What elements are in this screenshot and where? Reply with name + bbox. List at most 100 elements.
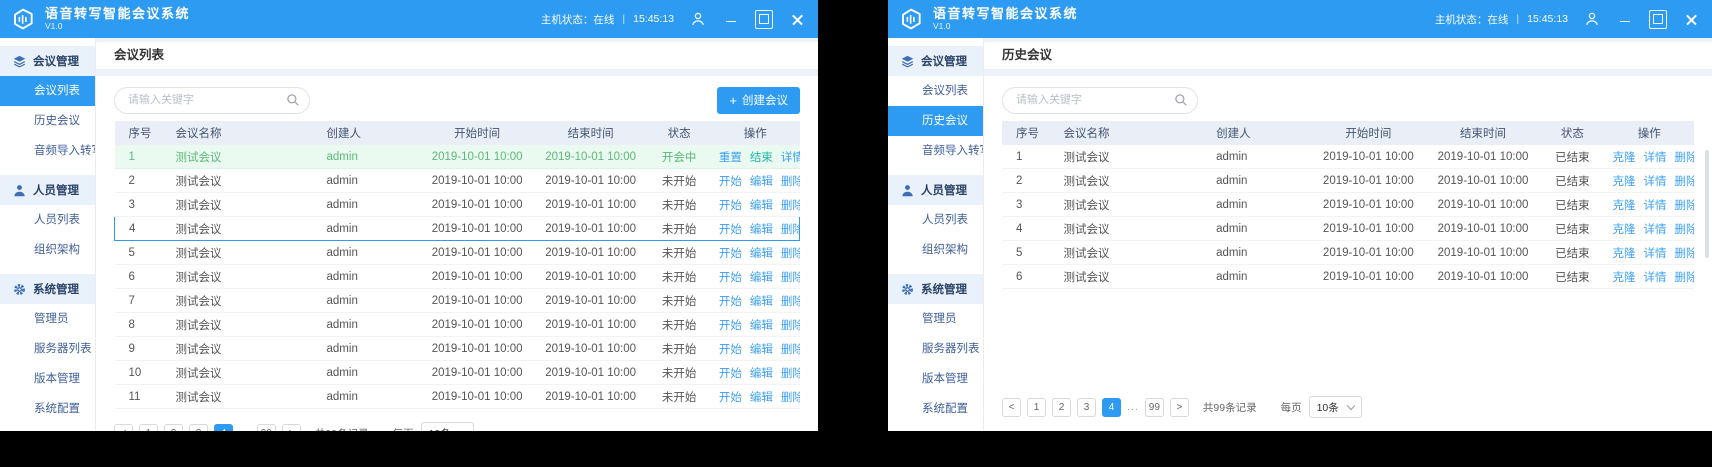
- action-link[interactable]: 重置: [719, 152, 742, 164]
- page-button[interactable]: 1: [139, 424, 158, 432]
- action-link[interactable]: 开始: [719, 368, 742, 380]
- table-row[interactable]: 8测试会议admin2019-10-01 10:002019-10-01 10:…: [115, 313, 800, 337]
- prev-page-button[interactable]: <: [1002, 398, 1021, 417]
- action-link[interactable]: 删除: [781, 368, 800, 380]
- next-page-button[interactable]: >: [1170, 398, 1189, 417]
- action-link[interactable]: 详情: [781, 152, 800, 164]
- sidebar-item[interactable]: 音频导入转写: [888, 136, 983, 166]
- sidebar-item[interactable]: 历史会议: [888, 106, 983, 136]
- table-row[interactable]: 3测试会议admin2019-10-01 10:002019-10-01 10:…: [115, 193, 800, 217]
- action-link[interactable]: 编辑: [750, 176, 773, 188]
- action-link[interactable]: 编辑: [750, 392, 773, 404]
- action-link[interactable]: 开始: [719, 176, 742, 188]
- action-link[interactable]: 删除: [1675, 200, 1695, 212]
- maximize-button[interactable]: [755, 10, 773, 28]
- action-link[interactable]: 删除: [1675, 176, 1695, 188]
- table-row[interactable]: 1测试会议admin2019-10-01 10:002019-10-01 10:…: [1002, 145, 1694, 169]
- page-button[interactable]: 2: [1052, 398, 1071, 417]
- page-button[interactable]: 4: [1102, 398, 1121, 417]
- action-link[interactable]: 编辑: [750, 368, 773, 380]
- action-link[interactable]: 删除: [781, 296, 800, 308]
- table-row[interactable]: 2测试会议admin2019-10-01 10:002019-10-01 10:…: [115, 169, 800, 193]
- sidebar-item[interactable]: 系统配置: [888, 394, 983, 424]
- page-button[interactable]: 1: [1027, 398, 1046, 417]
- action-link[interactable]: 开始: [719, 392, 742, 404]
- sidebar-item[interactable]: 服务器列表: [0, 334, 95, 364]
- action-link[interactable]: 删除: [781, 248, 800, 260]
- action-link[interactable]: 结束: [750, 152, 773, 164]
- sidebar-item[interactable]: 历史会议: [0, 106, 95, 136]
- action-link[interactable]: 克隆: [1613, 224, 1636, 236]
- search-icon[interactable]: [286, 93, 300, 112]
- sidebar-item[interactable]: 服务器列表: [888, 334, 983, 364]
- action-link[interactable]: 删除: [781, 272, 800, 284]
- sidebar-item[interactable]: 人员列表: [888, 205, 983, 235]
- sidebar-item[interactable]: 版本管理: [0, 364, 95, 394]
- table-row[interactable]: 6测试会议admin2019-10-01 10:002019-10-01 10:…: [115, 265, 800, 289]
- sidebar-item[interactable]: 版本管理: [888, 364, 983, 394]
- sidebar-item[interactable]: 组织架构: [0, 235, 95, 265]
- action-link[interactable]: 开始: [719, 224, 742, 236]
- sidebar-item[interactable]: 会议列表: [0, 76, 95, 106]
- action-link[interactable]: 克隆: [1613, 200, 1636, 212]
- maximize-button[interactable]: [1649, 10, 1667, 28]
- action-link[interactable]: 克隆: [1613, 152, 1636, 164]
- page-button[interactable]: 3: [1077, 398, 1096, 417]
- action-link[interactable]: 克隆: [1613, 248, 1636, 260]
- action-link[interactable]: 详情: [1644, 224, 1667, 236]
- action-link[interactable]: 删除: [1675, 224, 1695, 236]
- action-link[interactable]: 克隆: [1613, 176, 1636, 188]
- action-link[interactable]: 详情: [1644, 272, 1667, 284]
- search-input[interactable]: [1002, 87, 1198, 114]
- page-button[interactable]: 3: [189, 424, 208, 432]
- close-button[interactable]: [1682, 10, 1700, 28]
- sidebar-item[interactable]: 管理员: [888, 304, 983, 334]
- action-link[interactable]: 删除: [781, 176, 800, 188]
- table-row[interactable]: 4测试会议admin2019-10-01 10:002019-10-01 10:…: [1002, 217, 1694, 241]
- action-link[interactable]: 编辑: [750, 344, 773, 356]
- action-link[interactable]: 编辑: [750, 296, 773, 308]
- sidebar-item[interactable]: 组织架构: [888, 235, 983, 265]
- sidebar-item[interactable]: 系统配置: [0, 394, 95, 424]
- action-link[interactable]: 编辑: [750, 248, 773, 260]
- next-page-button[interactable]: >: [282, 424, 301, 432]
- action-link[interactable]: 克隆: [1613, 272, 1636, 284]
- action-link[interactable]: 详情: [1644, 248, 1667, 260]
- per-page-select[interactable]: 10条: [1309, 396, 1362, 418]
- table-row[interactable]: 5测试会议admin2019-10-01 10:002019-10-01 10:…: [1002, 241, 1694, 265]
- page-button[interactable]: 99: [1145, 398, 1164, 417]
- page-button[interactable]: 2: [164, 424, 183, 432]
- table-row[interactable]: 7测试会议admin2019-10-01 10:002019-10-01 10:…: [115, 289, 800, 313]
- table-row[interactable]: 4测试会议admin2019-10-01 10:002019-10-01 10:…: [115, 217, 800, 241]
- table-row[interactable]: 10测试会议admin2019-10-01 10:002019-10-01 10…: [115, 361, 800, 385]
- action-link[interactable]: 开始: [719, 248, 742, 260]
- page-button[interactable]: 99: [257, 424, 276, 432]
- search-icon[interactable]: [1174, 93, 1188, 112]
- action-link[interactable]: 开始: [719, 200, 742, 212]
- table-row[interactable]: 1测试会议admin2019-10-01 10:002019-10-01 10:…: [115, 145, 800, 169]
- create-meeting-button[interactable]: + 创建会议: [717, 87, 800, 114]
- action-link[interactable]: 删除: [781, 392, 800, 404]
- table-row[interactable]: 11测试会议admin2019-10-01 10:002019-10-01 10…: [115, 385, 800, 409]
- action-link[interactable]: 开始: [719, 344, 742, 356]
- sidebar-item[interactable]: 人员列表: [0, 205, 95, 235]
- action-link[interactable]: 编辑: [750, 272, 773, 284]
- action-link[interactable]: 编辑: [750, 200, 773, 212]
- action-link[interactable]: 编辑: [750, 224, 773, 236]
- action-link[interactable]: 删除: [781, 344, 800, 356]
- action-link[interactable]: 开始: [719, 296, 742, 308]
- sidebar-item[interactable]: 会议列表: [888, 76, 983, 106]
- action-link[interactable]: 详情: [1644, 176, 1667, 188]
- sidebar-item[interactable]: 音频导入转写: [0, 136, 95, 166]
- user-icon[interactable]: [1583, 10, 1601, 28]
- sidebar-item[interactable]: 管理员: [0, 304, 95, 334]
- minimize-button[interactable]: [722, 10, 740, 28]
- search-input[interactable]: [114, 87, 310, 114]
- action-link[interactable]: 删除: [781, 224, 800, 236]
- action-link[interactable]: 详情: [1644, 152, 1667, 164]
- action-link[interactable]: 删除: [781, 200, 800, 212]
- table-row[interactable]: 3测试会议admin2019-10-01 10:002019-10-01 10:…: [1002, 193, 1694, 217]
- action-link[interactable]: 删除: [1675, 272, 1695, 284]
- action-link[interactable]: 删除: [1675, 248, 1695, 260]
- action-link[interactable]: 开始: [719, 320, 742, 332]
